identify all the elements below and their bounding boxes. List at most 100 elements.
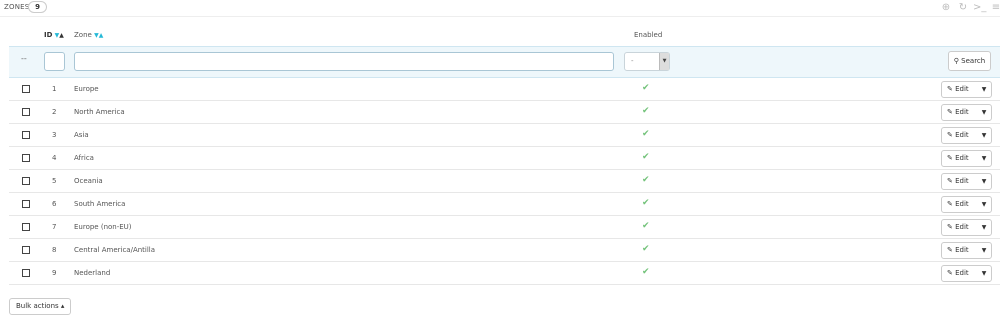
- row-zone: Asia: [74, 131, 89, 139]
- edit-button-label: Edit: [955, 246, 969, 254]
- enabled-check-icon[interactable]: ✔: [642, 106, 650, 116]
- pencil-icon: ✎: [947, 131, 953, 139]
- filter-placeholder-dash: --: [21, 54, 27, 63]
- row-id: 1: [52, 85, 57, 93]
- row-id: 7: [52, 223, 57, 231]
- row-checkbox[interactable]: [22, 154, 30, 162]
- edit-button-label: Edit: [955, 177, 969, 185]
- enabled-check-icon[interactable]: ✔: [642, 221, 650, 231]
- edit-button[interactable]: ✎ Edit: [942, 266, 975, 281]
- row-checkbox[interactable]: [22, 131, 30, 139]
- row-id: 2: [52, 108, 57, 116]
- enabled-check-icon[interactable]: ✔: [642, 244, 650, 254]
- edit-button[interactable]: ✎ Edit: [942, 105, 975, 120]
- edit-button[interactable]: ✎ Edit: [942, 197, 975, 212]
- filter-row: -- - ▼ ⚲ Search: [9, 46, 1000, 78]
- row-checkbox[interactable]: [22, 200, 30, 208]
- table-row[interactable]: 7 Europe (non-EU) ✔ ✎ Edit ▼: [9, 216, 1000, 239]
- table-row[interactable]: 6 South America ✔ ✎ Edit ▼: [9, 193, 1000, 216]
- edit-button-label: Edit: [955, 200, 969, 208]
- caret-down-icon[interactable]: ▼: [977, 82, 991, 97]
- pencil-icon: ✎: [947, 223, 953, 231]
- zone-filter-input[interactable]: [74, 52, 614, 71]
- refresh-icon[interactable]: ↻: [957, 2, 969, 14]
- bulk-actions-button[interactable]: Bulk actions ▴: [9, 298, 72, 315]
- enabled-filter-select[interactable]: - ▼: [624, 52, 670, 71]
- edit-button-label: Edit: [955, 85, 969, 93]
- caret-down-icon[interactable]: ▼: [977, 243, 991, 258]
- caret-down-icon[interactable]: ▼: [977, 174, 991, 189]
- caret-down-icon[interactable]: ▼: [977, 128, 991, 143]
- row-actions: ✎ Edit ▼: [941, 81, 992, 98]
- enabled-check-icon[interactable]: ✔: [642, 175, 650, 185]
- edit-button-label: Edit: [955, 269, 969, 277]
- row-actions: ✎ Edit ▼: [941, 127, 992, 144]
- enabled-check-icon[interactable]: ✔: [642, 83, 650, 93]
- id-filter-input[interactable]: [44, 52, 65, 71]
- row-id: 5: [52, 177, 57, 185]
- column-header-zone-label: Zone: [74, 31, 92, 39]
- enabled-check-icon[interactable]: ✔: [642, 152, 650, 162]
- sql-icon[interactable]: >_: [973, 2, 986, 14]
- page-title: ZONES: [4, 3, 30, 11]
- row-checkbox[interactable]: [22, 269, 30, 277]
- row-id: 6: [52, 200, 57, 208]
- edit-button-label: Edit: [955, 131, 969, 139]
- caret-down-icon[interactable]: ▼: [977, 266, 991, 281]
- chevron-down-icon[interactable]: ▼: [659, 53, 669, 70]
- database-icon[interactable]: ≡: [990, 2, 1000, 14]
- edit-button[interactable]: ✎ Edit: [942, 220, 975, 235]
- row-zone: Oceania: [74, 177, 103, 185]
- edit-button[interactable]: ✎ Edit: [942, 151, 975, 166]
- edit-button[interactable]: ✎ Edit: [942, 128, 975, 143]
- row-checkbox[interactable]: [22, 246, 30, 254]
- row-zone: North America: [74, 108, 125, 116]
- edit-button[interactable]: ✎ Edit: [942, 243, 975, 258]
- row-zone: Africa: [74, 154, 94, 162]
- table-row[interactable]: 8 Central America/Antilla ✔ ✎ Edit ▼: [9, 239, 1000, 262]
- table-row[interactable]: 4 Africa ✔ ✎ Edit ▼: [9, 147, 1000, 170]
- caret-down-icon[interactable]: ▼: [977, 105, 991, 120]
- pencil-icon: ✎: [947, 246, 953, 254]
- edit-button[interactable]: ✎ Edit: [942, 174, 975, 189]
- row-actions: ✎ Edit ▼: [941, 150, 992, 167]
- row-actions: ✎ Edit ▼: [941, 242, 992, 259]
- edit-button-label: Edit: [955, 108, 969, 116]
- enabled-check-icon[interactable]: ✔: [642, 198, 650, 208]
- table-row[interactable]: 5 Oceania ✔ ✎ Edit ▼: [9, 170, 1000, 193]
- pencil-icon: ✎: [947, 177, 953, 185]
- pencil-icon: ✎: [947, 269, 953, 277]
- pencil-icon: ✎: [947, 85, 953, 93]
- caret-down-icon[interactable]: ▼: [977, 197, 991, 212]
- table-row[interactable]: 3 Asia ✔ ✎ Edit ▼: [9, 124, 1000, 147]
- row-zone: Nederland: [74, 269, 111, 277]
- table-row[interactable]: 1 Europe ✔ ✎ Edit ▼: [9, 78, 1000, 101]
- column-header-id: ID ▼▲: [44, 31, 64, 39]
- caret-down-icon[interactable]: ▼: [977, 151, 991, 166]
- enabled-check-icon[interactable]: ✔: [642, 129, 650, 139]
- row-checkbox[interactable]: [22, 108, 30, 116]
- table-row[interactable]: 2 North America ✔ ✎ Edit ▼: [9, 101, 1000, 124]
- row-actions: ✎ Edit ▼: [941, 219, 992, 236]
- enabled-filter-value: -: [631, 57, 634, 65]
- row-zone: Central America/Antilla: [74, 246, 156, 254]
- edit-button-label: Edit: [955, 223, 969, 231]
- row-checkbox[interactable]: [22, 223, 30, 231]
- search-button[interactable]: ⚲ Search: [948, 51, 991, 71]
- sort-asc-icon[interactable]: ▲: [99, 32, 104, 39]
- row-zone: South America: [74, 200, 126, 208]
- pencil-icon: ✎: [947, 154, 953, 162]
- edit-button-label: Edit: [955, 154, 969, 162]
- table-row[interactable]: 9 Nederland ✔ ✎ Edit ▼: [9, 262, 1000, 285]
- sort-asc-icon[interactable]: ▲: [59, 32, 64, 39]
- panel-header: ZONES 9 ⊕ ↻ >_ ≡: [0, 0, 1000, 17]
- enabled-check-icon[interactable]: ✔: [642, 267, 650, 277]
- count-badge: 9: [28, 1, 47, 13]
- caret-down-icon[interactable]: ▼: [977, 220, 991, 235]
- column-header-enabled: Enabled: [634, 31, 663, 39]
- row-checkbox[interactable]: [22, 177, 30, 185]
- add-icon[interactable]: ⊕: [940, 2, 952, 14]
- row-actions: ✎ Edit ▼: [941, 173, 992, 190]
- row-checkbox[interactable]: [22, 85, 30, 93]
- edit-button[interactable]: ✎ Edit: [942, 82, 975, 97]
